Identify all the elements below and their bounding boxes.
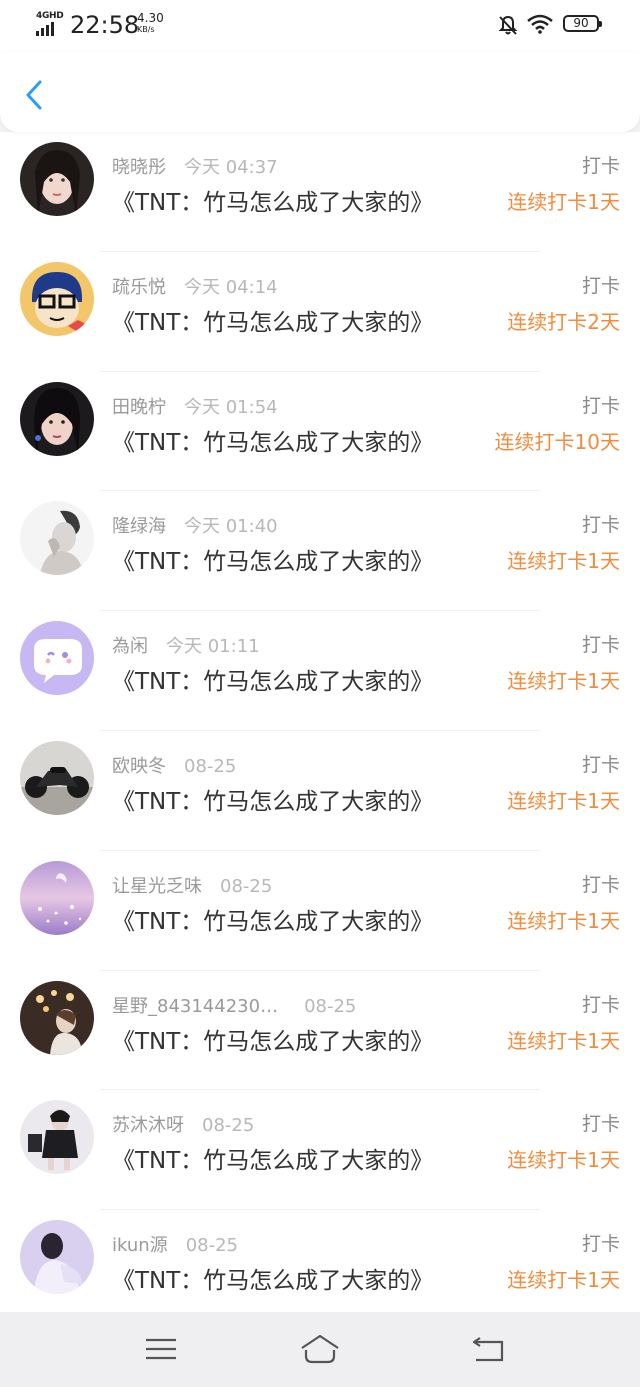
list-item[interactable]: 疏乐悦 今天 04:14 《TNT：竹马怎么成了大家的》 打卡 连续打卡2天 [0,252,640,372]
streak-label: 连续打卡1天 [507,669,620,694]
avatar[interactable] [20,740,94,815]
book-title[interactable]: 《TNT：竹马怎么成了大家的》 [112,423,433,457]
book-title[interactable]: 《TNT：竹马怎么成了大家的》 [112,662,433,696]
user-meta: 晓晓彤 今天 04:37 [112,153,278,179]
network-speed: 4.30 KB/s [137,11,164,34]
menu-icon[interactable] [143,1332,179,1366]
user-name[interactable]: ikun源 [112,1235,168,1256]
user-name[interactable]: 田晚柠 [112,397,166,418]
user-meta: 苏沐沐呀 08-25 [112,1111,254,1137]
network-type: 4GHD [36,11,64,21]
chevron-left-icon[interactable] [22,78,50,112]
list-item[interactable]: 欧映冬 08-25 《TNT：竹马怎么成了大家的》 打卡 连续打卡1天 [0,731,640,851]
list-item[interactable]: 晓晓彤 今天 04:37 《TNT：竹马怎么成了大家的》 打卡 连续打卡1天 [0,132,640,252]
avatar[interactable] [20,261,94,336]
book-title[interactable]: 《TNT：竹马怎么成了大家的》 [112,1022,433,1056]
action-label: 打卡 [581,873,620,896]
book-title[interactable]: 《TNT：竹马怎么成了大家的》 [112,1141,433,1175]
user-name[interactable]: 欧映冬 [112,756,166,777]
user-meta: 隆绿海 今天 01:40 [112,512,278,538]
avatar[interactable] [20,501,94,576]
user-meta: 星野_843144230… 08-25 [112,992,356,1018]
cellular-signal-icon: 4GHD [36,11,64,36]
avatar[interactable] [20,621,94,696]
user-meta: 欧映冬 08-25 [112,752,236,778]
post-time: 08-25 [304,995,357,1017]
list-item[interactable]: 让星光乏味 08-25 《TNT：竹马怎么成了大家的》 打卡 连续打卡1天 [0,851,640,971]
book-title[interactable]: 《TNT：竹马怎么成了大家的》 [112,183,433,217]
action-label: 打卡 [581,1113,620,1136]
bell-muted-icon [498,15,518,35]
user-meta: 疏乐悦 今天 04:14 [112,273,278,299]
streak-label: 连续打卡1天 [507,908,620,933]
avatar[interactable] [20,1100,94,1175]
book-title[interactable]: 《TNT：竹马怎么成了大家的》 [112,542,433,576]
clock: 22:58 [70,11,140,39]
user-name[interactable]: 苏沐沐呀 [112,1115,184,1136]
streak-label: 连续打卡1天 [507,549,620,574]
user-meta: 田晚柠 今天 01:54 [112,393,278,419]
book-title[interactable]: 《TNT：竹马怎么成了大家的》 [112,782,433,816]
streak-label: 连续打卡1天 [507,788,620,813]
list-item[interactable]: ikun源 08-25 《TNT：竹马怎么成了大家的》 打卡 连续打卡1天 [0,1210,640,1312]
book-title[interactable]: 《TNT：竹马怎么成了大家的》 [112,902,433,936]
streak-label: 连续打卡10天 [494,429,620,454]
avatar[interactable] [20,381,94,456]
streak-label: 连续打卡2天 [507,309,620,334]
avatar[interactable] [20,142,94,216]
action-label: 打卡 [581,993,620,1016]
user-meta: 让星光乏味 08-25 [112,872,272,898]
post-time: 08-25 [184,755,237,777]
post-time: 08-25 [185,1235,238,1257]
post-time: 今天 01:11 [166,636,260,658]
back-icon[interactable] [470,1332,506,1366]
streak-label: 连续打卡1天 [507,1268,620,1293]
action-label: 打卡 [581,1233,620,1256]
wifi-icon [527,14,553,34]
list-item[interactable]: 星野_843144230… 08-25 《TNT：竹马怎么成了大家的》 打卡 连续… [0,971,640,1091]
user-meta: ikun源 08-25 [112,1231,238,1257]
list-item[interactable]: 田晚柠 今天 01:54 《TNT：竹马怎么成了大家的》 打卡 连续打卡10天 [0,372,640,492]
avatar[interactable] [20,980,94,1055]
system-nav-bar [0,1312,640,1387]
book-title[interactable]: 《TNT：竹马怎么成了大家的》 [112,303,433,337]
action-label: 打卡 [581,155,620,177]
action-label: 打卡 [581,514,620,537]
user-meta: 為闲 今天 01:11 [112,632,260,658]
streak-label: 连续打卡1天 [507,1028,620,1053]
list-item[interactable]: 為闲 今天 01:11 《TNT：竹马怎么成了大家的》 打卡 连续打卡1天 [0,611,640,731]
top-header [0,52,640,132]
list-item[interactable]: 隆绿海 今天 01:40 《TNT：竹马怎么成了大家的》 打卡 连续打卡1天 [0,491,640,612]
post-time: 今天 04:37 [184,157,278,178]
user-name[interactable]: 让星光乏味 [112,876,202,897]
book-title[interactable]: 《TNT：竹马怎么成了大家的》 [112,1261,433,1295]
action-label: 打卡 [581,634,620,657]
user-name[interactable]: 晓晓彤 [112,157,166,178]
avatar[interactable] [20,1220,94,1295]
streak-label: 连续打卡1天 [507,1148,620,1173]
home-icon[interactable] [298,1332,342,1366]
user-name[interactable]: 為闲 [112,636,148,657]
battery-indicator: 90 [563,15,602,32]
post-time: 08-25 [202,1115,255,1137]
user-name[interactable]: 隆绿海 [112,516,166,537]
post-time: 今天 04:14 [184,276,278,298]
post-time: 今天 01:40 [184,516,278,538]
avatar[interactable] [20,860,94,935]
post-time: 08-25 [220,875,273,897]
list-item[interactable]: 苏沐沐呀 08-25 《TNT：竹马怎么成了大家的》 打卡 连续打卡1天 [0,1090,640,1211]
checkin-list: 晓晓彤 今天 04:37 《TNT：竹马怎么成了大家的》 打卡 连续打卡1天 疏乐… [0,132,640,1312]
post-time: 今天 01:54 [184,396,278,418]
status-bar: 4GHD 22:58 4.30 KB/s 90 [0,0,640,52]
action-label: 打卡 [581,394,620,417]
user-name[interactable]: 星野_843144230… [112,996,278,1017]
streak-label: 连续打卡1天 [507,190,620,214]
action-label: 打卡 [581,274,620,297]
user-name[interactable]: 疏乐悦 [112,277,166,298]
action-label: 打卡 [581,753,620,776]
